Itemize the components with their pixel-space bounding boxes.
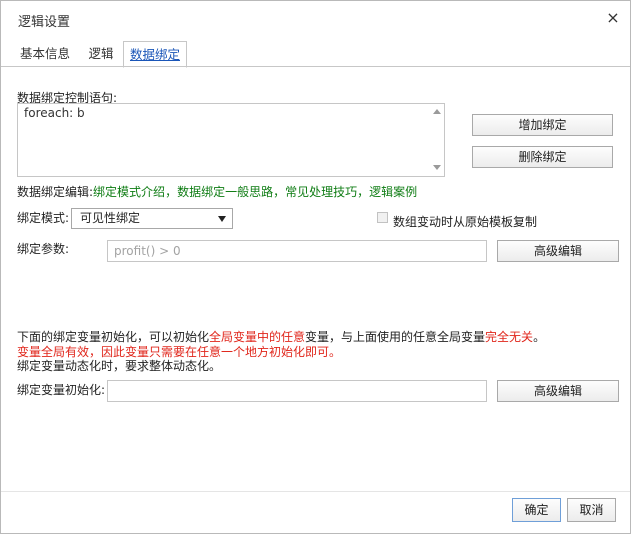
scroll-down-icon[interactable] xyxy=(433,165,441,170)
copy-template-label: 数组变动时从原始模板复制 xyxy=(393,215,538,229)
link-logic-cases[interactable]: 逻辑案例 xyxy=(369,185,417,199)
scroll-up-icon[interactable] xyxy=(433,109,441,114)
link-separator: ， xyxy=(165,185,178,199)
logic-settings-dialog: 逻辑设置 × 基本信息 逻辑 数据绑定 数据绑定控制语句: foreach: b… xyxy=(0,0,631,534)
tab-divider xyxy=(1,66,630,67)
mode-label: 绑定模式: xyxy=(17,211,70,225)
tab-basic-info[interactable]: 基本信息 xyxy=(12,41,78,66)
footer-divider xyxy=(1,491,630,492)
close-icon[interactable]: × xyxy=(604,8,622,28)
binding-mode-select[interactable]: 可见性绑定 xyxy=(71,208,233,229)
ok-button[interactable]: 确定 xyxy=(512,498,561,522)
init-note-line3: 绑定变量动态化时，要求整体动态化。 xyxy=(17,359,222,373)
statement-textarea[interactable]: foreach: b xyxy=(17,103,445,177)
link-binding-mode-intro[interactable]: 绑定模式介绍 xyxy=(93,185,165,199)
link-general-approach[interactable]: 数据绑定一般思路 xyxy=(177,185,273,199)
note-highlight: 完全无关 xyxy=(485,330,534,344)
statement-text: foreach: b xyxy=(24,106,85,120)
link-separator: ， xyxy=(273,185,286,199)
copy-template-checkbox[interactable] xyxy=(377,212,388,223)
add-binding-button[interactable]: 增加绑定 xyxy=(472,114,613,136)
edit-links-prefix: 数据绑定编辑: xyxy=(17,185,94,199)
dialog-titlebar: 逻辑设置 × xyxy=(1,1,630,37)
delete-binding-button[interactable]: 删除绑定 xyxy=(472,146,613,168)
link-common-tips[interactable]: 常见处理技巧 xyxy=(285,185,357,199)
init-label: 绑定变量初始化: xyxy=(17,383,106,397)
binding-edit-links: 数据绑定编辑:绑定模式介绍，数据绑定一般思路，常见处理技巧，逻辑案例 xyxy=(17,183,417,200)
params-advanced-edit-button[interactable]: 高级编辑 xyxy=(497,240,619,262)
params-input[interactable]: profit() > 0 xyxy=(107,240,487,262)
textarea-scrollbar[interactable] xyxy=(429,104,444,176)
dropdown-arrow-icon xyxy=(218,216,226,222)
note-highlight: 全局变量中的任意 xyxy=(209,330,306,344)
note-text: 变量，与上面使用的任意全局变量 xyxy=(305,330,486,344)
init-input[interactable] xyxy=(107,380,487,402)
params-label: 绑定参数: xyxy=(17,242,70,256)
binding-mode-value: 可见性绑定 xyxy=(80,211,141,225)
cancel-button[interactable]: 取消 xyxy=(567,498,616,522)
link-separator: ， xyxy=(357,185,370,199)
dialog-title: 逻辑设置 xyxy=(18,15,71,30)
init-advanced-edit-button[interactable]: 高级编辑 xyxy=(497,380,619,402)
note-text: 。 xyxy=(533,330,546,344)
tab-logic[interactable]: 逻辑 xyxy=(81,41,121,66)
tab-data-binding[interactable]: 数据绑定 xyxy=(123,41,187,68)
note-text: 下面的绑定变量初始化，可以初始化 xyxy=(17,330,210,344)
